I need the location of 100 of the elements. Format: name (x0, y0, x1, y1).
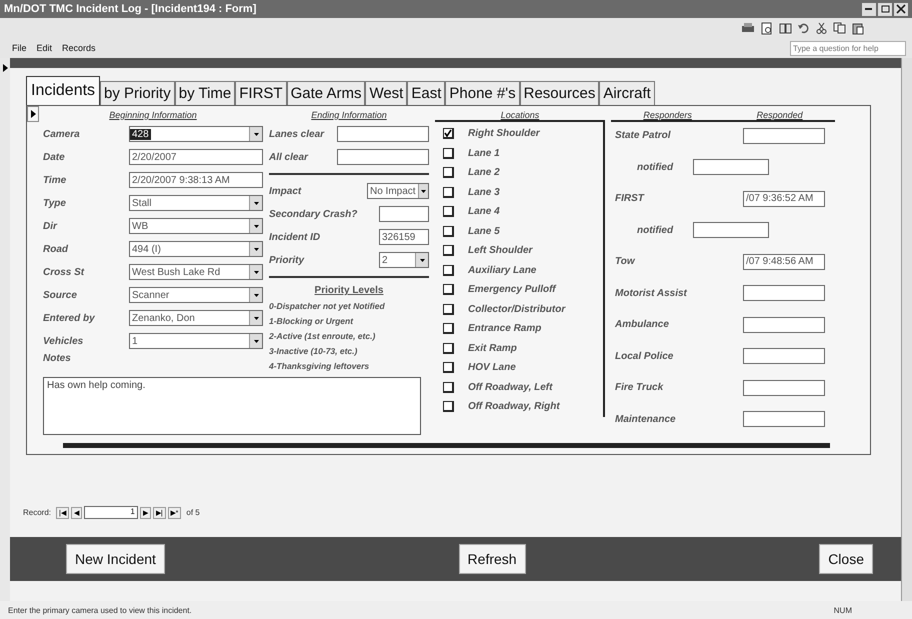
text-field[interactable] (743, 411, 825, 427)
combo-box[interactable]: Zenanko, Don (129, 310, 263, 326)
checkbox[interactable] (443, 323, 454, 334)
field-label: FIRST (614, 193, 644, 204)
tab[interactable]: West (365, 81, 408, 105)
checkbox[interactable] (443, 148, 454, 159)
tab[interactable]: Phone #'s (445, 81, 520, 105)
copy-icon[interactable] (833, 22, 846, 34)
record-number-field[interactable]: 1 (84, 506, 138, 519)
restore-button[interactable] (878, 2, 892, 16)
record-label: Record: (22, 508, 52, 517)
printer-icon[interactable] (741, 22, 755, 34)
text-field[interactable]: 2/20/2007 (129, 149, 263, 165)
checkbox[interactable] (443, 245, 454, 256)
text-field[interactable] (743, 285, 825, 301)
command-button[interactable]: Close (819, 544, 873, 574)
close-icon (896, 4, 906, 14)
text-field[interactable]: /07 9:36:52 AM (743, 190, 825, 206)
combo-box[interactable]: Stall (129, 195, 263, 211)
menu-item[interactable]: Edit (36, 43, 52, 53)
text-field[interactable]: /07 9:48:56 AM (743, 254, 825, 270)
text-field[interactable] (693, 159, 770, 175)
checkbox[interactable] (443, 206, 454, 218)
help-search-field[interactable]: Type a question for help (790, 40, 906, 56)
priority-level-text: 0-Dispatcher not yet Notified (269, 301, 386, 311)
tab[interactable]: Resources (520, 81, 600, 105)
text-field[interactable] (743, 128, 825, 144)
menu-item[interactable]: File (12, 43, 27, 53)
checkbox[interactable] (443, 128, 454, 140)
tab[interactable]: by Time (174, 81, 236, 105)
text-field[interactable] (693, 222, 770, 238)
priority-level-text: 4-Thanksgiving leftovers (269, 361, 370, 371)
text-field[interactable] (337, 126, 429, 142)
checkbox[interactable] (443, 304, 454, 315)
section-heading: Locations (500, 110, 540, 120)
menu-item[interactable]: Records (62, 43, 96, 53)
tab[interactable]: Aircraft (599, 81, 655, 105)
field-label: Cross St (43, 266, 84, 278)
undo-icon[interactable] (798, 22, 810, 34)
notes-field[interactable]: Has own help coming. (43, 376, 421, 434)
priority-level-text: 2-Active (1st enroute, etc.) (269, 331, 376, 341)
combo-box[interactable]: 494 (I) (129, 241, 263, 257)
text-field[interactable] (379, 206, 429, 222)
field-label: Fire Truck (614, 382, 664, 393)
restore-icon (880, 5, 890, 13)
checkbox-label: Lane 5 (468, 226, 500, 237)
section-heading: Beginning Information (108, 110, 198, 120)
text-field[interactable] (743, 380, 825, 396)
field-label: Secondary Crash? (269, 208, 358, 220)
combo-box[interactable]: West Bush Lake Rd (129, 264, 263, 280)
book-icon[interactable] (779, 22, 792, 34)
checkbox[interactable] (443, 264, 454, 276)
checkbox[interactable] (443, 362, 454, 374)
scrollbar[interactable] (901, 58, 912, 601)
command-button[interactable]: Refresh (458, 544, 526, 574)
checkbox[interactable] (443, 382, 454, 393)
section-heading: Ending Information (310, 110, 388, 120)
checkbox[interactable] (443, 401, 454, 412)
checkbox-label: Lane 1 (468, 148, 500, 159)
checkbox-label: Entrance Ramp (468, 323, 542, 334)
combo-box[interactable]: 2 (379, 252, 429, 268)
field-label: Time (43, 174, 66, 186)
minimize-icon (865, 8, 873, 10)
checkbox-label: Off Roadway, Left (468, 382, 552, 393)
field-label: Maintenance (614, 414, 676, 424)
checkbox-label: Lane 3 (468, 186, 500, 198)
checkbox[interactable] (443, 167, 454, 178)
print-preview-icon[interactable] (761, 22, 773, 34)
text-field[interactable] (337, 149, 429, 165)
text-field[interactable] (743, 316, 825, 332)
section-heading: Responders (643, 110, 692, 120)
combo-box[interactable]: 1 (129, 333, 263, 349)
field-label: Notes (43, 353, 72, 364)
close-button[interactable] (894, 2, 908, 16)
text-field[interactable]: 326159 (379, 229, 429, 245)
paste-icon[interactable] (852, 22, 864, 34)
combo-box[interactable]: No Impact (367, 183, 429, 199)
field-label: notified (636, 224, 674, 236)
tab[interactable]: by Priority (100, 81, 175, 105)
checkbox[interactable] (443, 186, 454, 198)
combo-box[interactable]: Scanner (129, 287, 263, 303)
checkbox[interactable] (443, 226, 454, 237)
text-field[interactable]: 2/20/2007 9:38:13 AM (129, 172, 263, 188)
tab[interactable]: Incidents (26, 76, 100, 105)
checkbox[interactable] (443, 284, 454, 296)
field-label: Source (43, 290, 77, 300)
tab[interactable]: Gate Arms (286, 81, 366, 105)
command-button[interactable]: New Incident (66, 544, 165, 574)
minimize-button[interactable] (862, 2, 876, 16)
scissors-icon[interactable] (816, 22, 827, 34)
field-label: Incident ID (269, 232, 320, 242)
tab[interactable]: FIRST (235, 81, 287, 105)
section-heading: Priority Levels (314, 285, 384, 296)
checkbox[interactable] (443, 342, 454, 354)
combo-box[interactable]: 428 (129, 126, 263, 142)
field-label: Camera (43, 128, 80, 140)
text-field[interactable] (743, 348, 825, 364)
combo-box[interactable]: WB (129, 218, 263, 234)
tab[interactable]: East (407, 81, 446, 105)
field-label: Entered by (43, 312, 95, 324)
